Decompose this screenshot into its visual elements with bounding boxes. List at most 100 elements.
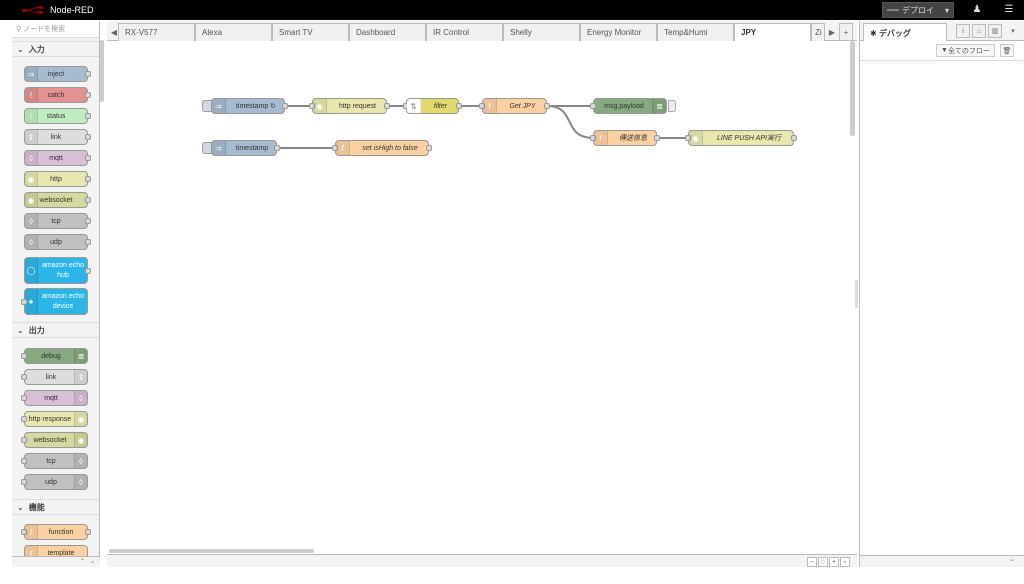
flow-node-timestamp-repeat[interactable]: ⇒ timestamp ↻ xyxy=(202,98,288,114)
node-label: mqtt xyxy=(49,154,63,162)
search-input[interactable]: ノードを検索 xyxy=(23,24,65,34)
node-label: function xyxy=(48,528,74,536)
palette-node-udp-out[interactable]: udp ◊ xyxy=(21,474,88,490)
flow-node-get-jpy[interactable]: f Get JPY xyxy=(479,98,550,114)
navigator-button[interactable]: ▫ xyxy=(840,557,850,567)
category-label: 出力 xyxy=(28,325,45,335)
bridge-icon: ◊ xyxy=(74,454,87,468)
output-port[interactable] xyxy=(274,145,280,151)
caret-down-icon[interactable]: ▾ xyxy=(1006,24,1020,38)
palette-node-amazon-echo-hub[interactable]: ◯ amazon echo hub xyxy=(24,257,91,284)
tab-shelly[interactable]: Shelly xyxy=(503,23,580,41)
inject-trigger-button[interactable] xyxy=(202,100,212,112)
node-label: mqtt xyxy=(44,394,58,402)
node-label: websocket xyxy=(39,196,73,204)
arrow-right-icon: ⇒ xyxy=(212,141,226,155)
output-port[interactable] xyxy=(654,135,660,141)
header-bar: Node-RED ▬▬ デプロイ ▾ ♟ ☰ xyxy=(0,0,1024,20)
palette-node-http-response[interactable]: http response ◉ xyxy=(21,411,88,427)
flow-node-timestamp[interactable]: ⇒ timestamp xyxy=(202,140,280,156)
palette-node-mqtt-out[interactable]: mqtt ◊ xyxy=(21,390,88,406)
output-port[interactable] xyxy=(544,103,550,109)
palette-node-status[interactable]: ! status xyxy=(24,108,91,124)
bank-icon[interactable]: ⌂ xyxy=(972,24,986,38)
menu-icon[interactable]: ☰ xyxy=(1002,3,1016,17)
tab-debug[interactable]: ✱ デバッグ xyxy=(863,23,947,41)
flow-node-filter[interactable]: ⇅ filter xyxy=(403,98,462,114)
tab-alexa[interactable]: Alexa xyxy=(195,23,272,41)
palette-node-http-in[interactable]: ◉ http xyxy=(24,171,91,187)
palette-node-tcp-in[interactable]: ◊ tcp xyxy=(24,213,91,229)
flow-workspace[interactable]: ⇒ timestamp ↻ ◉ http request ⇅ filter f … xyxy=(107,41,857,554)
category-header-input[interactable]: ⌄ 入力 xyxy=(12,41,99,57)
palette-node-websocket-in[interactable]: ◉ websocket xyxy=(24,192,91,208)
debug-toolbar: ▼ 全てのフロー 🗑 xyxy=(860,41,1024,61)
flow-node-msg-payload[interactable]: msg.payload ≣ xyxy=(590,98,667,114)
palette-node-inject[interactable]: ⇒ inject xyxy=(24,66,91,82)
output-port[interactable] xyxy=(791,135,797,141)
add-tab-button[interactable]: + xyxy=(839,23,853,41)
tab-smart-tv[interactable]: Smart TV xyxy=(272,23,349,41)
tab-rx-v577[interactable]: RX-V577 xyxy=(118,23,195,41)
input-port[interactable] xyxy=(590,103,596,109)
bridge-icon: ◊ xyxy=(74,391,87,405)
filter-flows-button[interactable]: ▼ 全てのフロー xyxy=(936,44,995,57)
node-label: tcp xyxy=(46,457,56,465)
workspace-vscrollbar[interactable] xyxy=(850,41,855,136)
hide-sidebar-icon[interactable]: ⌣ xyxy=(1010,557,1015,565)
palette-node-tcp-out[interactable]: tcp ◊ xyxy=(21,453,88,469)
inject-trigger-button[interactable] xyxy=(202,142,212,154)
zoom-reset-button[interactable]: ○ xyxy=(818,557,828,567)
expand-all-icon[interactable]: ⌄ xyxy=(90,558,95,565)
palette-node-debug[interactable]: debug ≣ xyxy=(21,348,88,364)
flow-node-http-request[interactable]: ◉ http request xyxy=(309,98,390,114)
palette-scrollbar[interactable] xyxy=(100,40,104,102)
globe-icon: ◉ xyxy=(689,131,703,145)
caret-down-icon[interactable]: ▾ xyxy=(945,6,949,15)
category-header-output[interactable]: ⌄ 出力 xyxy=(12,322,99,338)
palette-node-websocket-out[interactable]: websocket ◉ xyxy=(21,432,88,448)
palette-node-link-in[interactable]: ⇕ link xyxy=(24,129,91,145)
category-header-function[interactable]: ⌄ 機能 xyxy=(12,499,99,515)
tab-dashboard[interactable]: Dashboard xyxy=(349,23,426,41)
filter-icon: ⇅ xyxy=(407,99,421,113)
palette-search[interactable]: ⚲ ノードを検索 xyxy=(12,21,99,38)
deploy-button[interactable]: ▬▬ デプロイ ▾ xyxy=(882,2,954,18)
bug-icon: ✱ xyxy=(870,29,877,38)
clear-debug-button[interactable]: 🗑 xyxy=(1000,44,1014,57)
scroll-right-icon[interactable]: ▶ xyxy=(825,23,839,41)
palette-node-amazon-echo-device[interactable]: ● amazon echo device xyxy=(21,288,88,315)
palette-node-catch[interactable]: ! catch xyxy=(24,87,91,103)
tab-jpy[interactable]: JPY xyxy=(734,23,811,42)
sidebar-tab-bar: ✱ デバッグ i ⌂ ▥ ▾ xyxy=(860,21,1024,41)
sidebar-splitter[interactable] xyxy=(855,280,858,308)
output-port xyxy=(85,197,91,203)
bridge-icon: ◊ xyxy=(74,475,87,489)
output-port[interactable] xyxy=(456,103,462,109)
node-label: websocket xyxy=(33,436,67,444)
palette-node-udp-in[interactable]: ◊ udp xyxy=(24,234,91,250)
flow-node-line-push[interactable]: ◉ LINE PUSH API実行 xyxy=(685,130,797,146)
debug-toggle-button[interactable] xyxy=(668,100,676,112)
zoom-in-button[interactable]: + xyxy=(829,557,839,567)
chart-icon[interactable]: ▥ xyxy=(988,24,1002,38)
flow-node-set-ishigh[interactable]: f set isHigh to false xyxy=(332,140,432,156)
output-port[interactable] xyxy=(282,103,288,109)
output-port[interactable] xyxy=(384,103,390,109)
user-icon[interactable]: ♟ xyxy=(970,3,984,17)
workspace-hscrollbar[interactable] xyxy=(109,549,314,553)
output-port[interactable] xyxy=(426,145,432,151)
tab-ir-control[interactable]: IR Control xyxy=(426,23,503,41)
flow-node-message-info[interactable]: f 傳送信息 xyxy=(590,130,660,146)
collapse-all-icon[interactable]: ⌃ xyxy=(80,558,85,565)
input-port xyxy=(21,458,27,464)
palette-node-mqtt-in[interactable]: ◊ mqtt xyxy=(24,150,91,166)
tab-energy-monitor[interactable]: Energy Monitor xyxy=(580,23,657,41)
zoom-out-button[interactable]: − xyxy=(807,557,817,567)
tab-zi[interactable]: Zi xyxy=(811,23,825,41)
info-icon[interactable]: i xyxy=(956,24,970,38)
tab-temp-humi[interactable]: Temp&Humi xyxy=(657,23,734,41)
node-label: http response xyxy=(28,415,72,423)
palette-node-link-out[interactable]: link ⇕ xyxy=(21,369,88,385)
palette-node-function[interactable]: f function xyxy=(21,524,91,540)
